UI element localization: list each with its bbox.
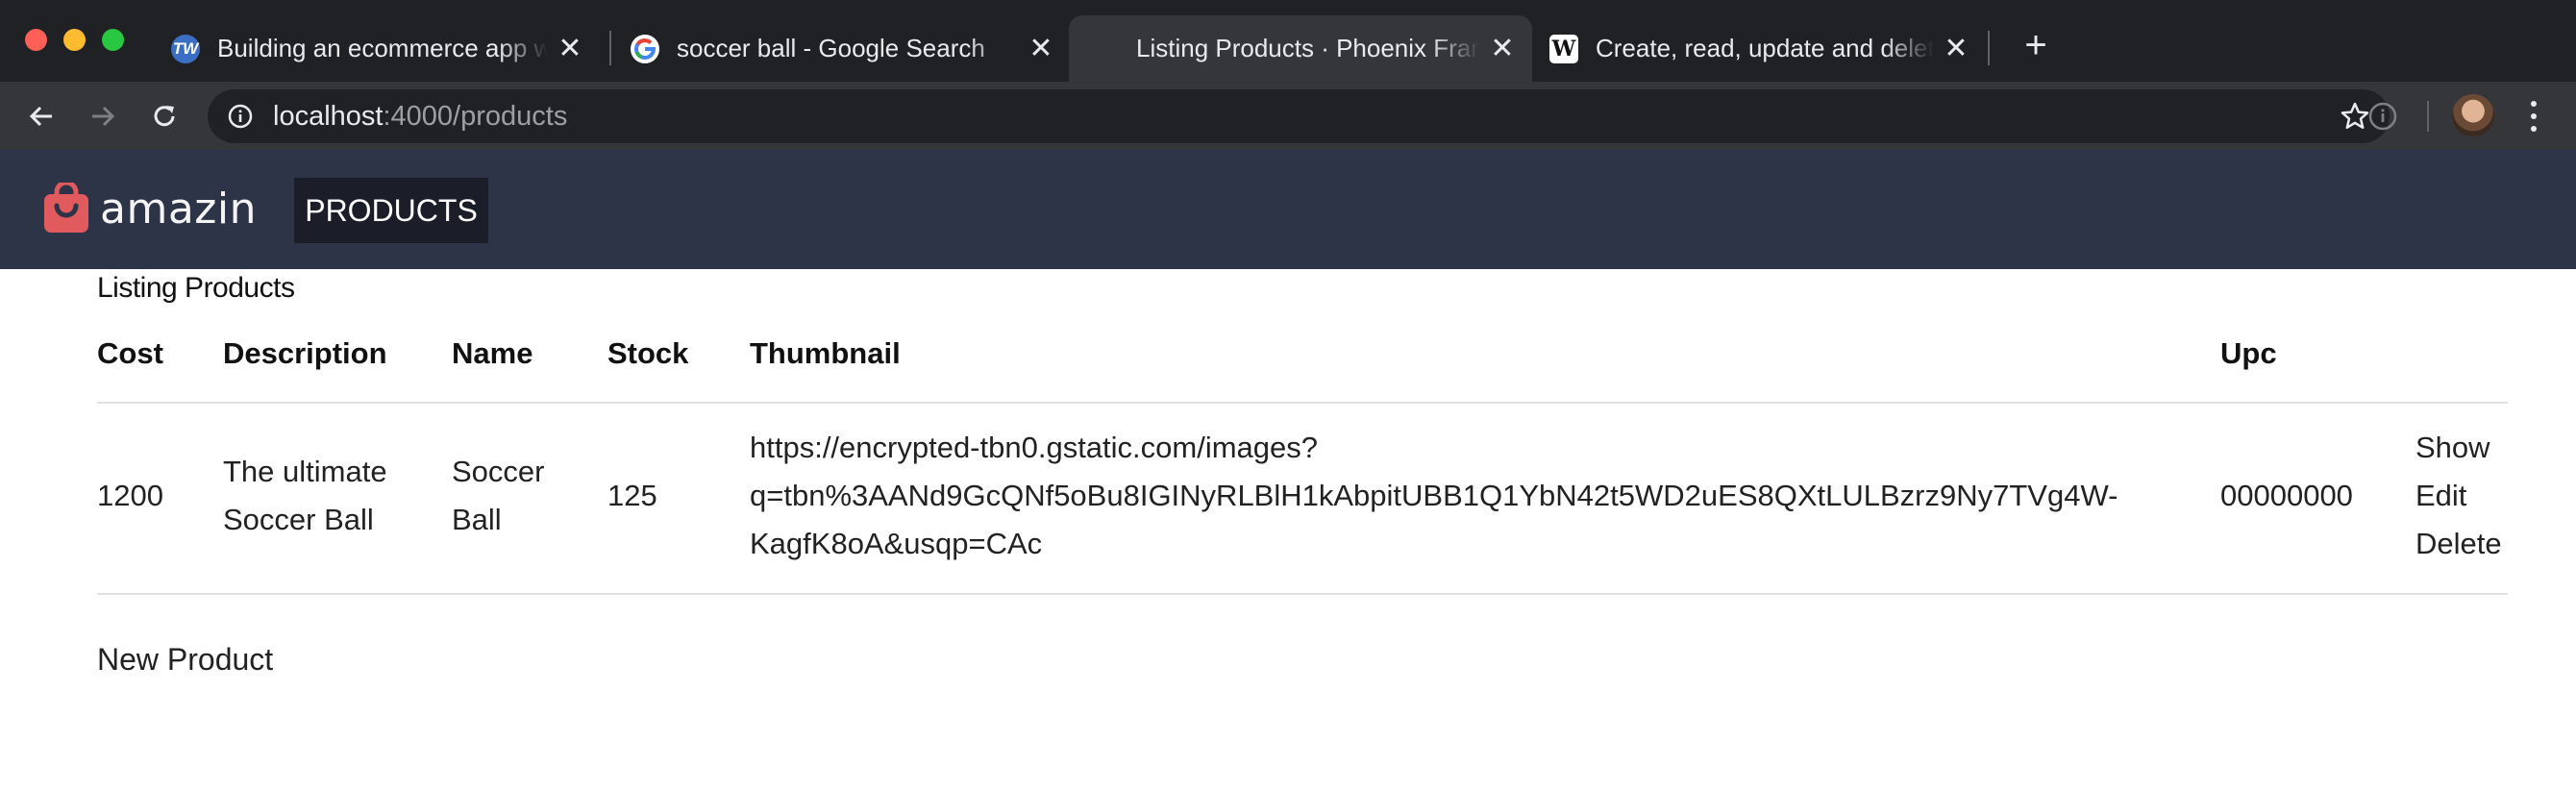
header-divider <box>97 402 2508 404</box>
browser-tab-2[interactable]: soccer ball - Google Search ✕ <box>617 15 1069 82</box>
address-bar[interactable]: localhost:4000/products <box>208 89 2390 143</box>
browser-tab-3-active[interactable]: Listing Products · Phoenix Framework ✕ <box>1069 15 1532 82</box>
cell-description-line: Soccer Ball <box>223 503 374 536</box>
brand-logo[interactable]: amazin <box>42 183 257 235</box>
app-header: amazin PRODUCTS <box>0 150 2576 269</box>
browser-tab-4[interactable]: W Create, read, update and delete ✕ <box>1532 15 1984 82</box>
reload-icon[interactable] <box>146 98 183 135</box>
page-title: Listing Products <box>97 272 295 304</box>
cell-thumbnail: https://encrypted-tbn0.gstatic.com/image… <box>750 424 2118 568</box>
cell-thumbnail-line: https://encrypted-tbn0.gstatic.com/image… <box>750 431 1319 464</box>
window-minimize-button[interactable] <box>63 29 86 51</box>
info-icon[interactable] <box>227 103 254 130</box>
cell-name: Soccer Ball <box>452 448 544 544</box>
toolbar-divider <box>2427 101 2429 132</box>
tab-title: soccer ball - Google Search <box>677 34 985 62</box>
window-close-button[interactable] <box>25 29 47 51</box>
column-header-description: Description <box>223 336 387 370</box>
extension-info-icon[interactable] <box>2367 101 2398 132</box>
cell-stock: 125 <box>607 479 657 512</box>
url-path: :4000/products <box>383 100 568 132</box>
new-tab-button[interactable]: + <box>2017 26 2055 64</box>
url-text: localhost:4000/products <box>273 101 567 133</box>
shopping-bag-icon <box>44 183 88 233</box>
tab-divider <box>609 31 611 65</box>
delete-link[interactable]: Delete <box>2415 520 2502 568</box>
column-header-cost: Cost <box>97 336 163 370</box>
tab-title: Listing Products · Phoenix Framework <box>1136 34 1480 62</box>
column-header-upc: Upc <box>2220 336 2277 370</box>
tw-icon: TW <box>171 34 200 63</box>
cell-cost: 1200 <box>97 479 163 512</box>
column-header-stock: Stock <box>607 336 689 370</box>
close-icon[interactable]: ✕ <box>1942 33 1970 64</box>
new-product-link[interactable]: New Product <box>97 642 273 678</box>
url-host: localhost <box>273 100 384 132</box>
profile-avatar[interactable] <box>2452 94 2494 136</box>
browser-toolbar: localhost:4000/products <box>0 82 2576 150</box>
brand-name: amazin <box>100 184 257 234</box>
wikipedia-icon: W <box>1549 34 1578 63</box>
close-icon[interactable]: ✕ <box>1488 33 1517 64</box>
tab-title: Building an ecommerce app with <box>217 34 548 62</box>
forward-arrow-icon[interactable] <box>85 98 121 135</box>
cell-thumbnail-line: KagfK8oA&usqp=CAc <box>750 527 1043 560</box>
cell-name-line: Ball <box>452 503 502 536</box>
column-header-name: Name <box>452 336 533 370</box>
browser-tab-1[interactable]: TW Building an ecommerce app with ✕ <box>156 15 598 82</box>
bookmark-star-icon[interactable] <box>2340 101 2370 132</box>
cell-thumbnail-line: q=tbn%3AANd9GcQNf5oBu8IGINyRLBlH1kAbpitU… <box>750 479 2118 512</box>
show-link[interactable]: Show <box>2415 424 2490 472</box>
back-arrow-icon[interactable] <box>23 98 60 135</box>
cell-description-line: The ultimate <box>223 455 387 488</box>
cell-upc: 00000000 <box>2220 479 2353 512</box>
column-header-thumbnail: Thumbnail <box>750 336 901 370</box>
browser-menu-icon[interactable] <box>2524 97 2543 136</box>
edit-link[interactable]: Edit <box>2415 472 2466 520</box>
close-icon[interactable]: ✕ <box>1027 33 1055 64</box>
nav-products-link[interactable]: PRODUCTS <box>294 178 488 243</box>
cell-description: The ultimate Soccer Ball <box>223 448 387 544</box>
google-icon <box>631 34 659 63</box>
tab-title: Create, read, update and delete <box>1596 34 1934 62</box>
browser-tab-strip: TW Building an ecommerce app with ✕ socc… <box>0 0 2576 82</box>
row-divider <box>97 593 2508 595</box>
cell-name-line: Soccer <box>452 455 545 488</box>
tab-divider <box>1988 31 1990 65</box>
close-icon[interactable]: ✕ <box>556 33 584 64</box>
window-maximize-button[interactable] <box>102 29 124 51</box>
